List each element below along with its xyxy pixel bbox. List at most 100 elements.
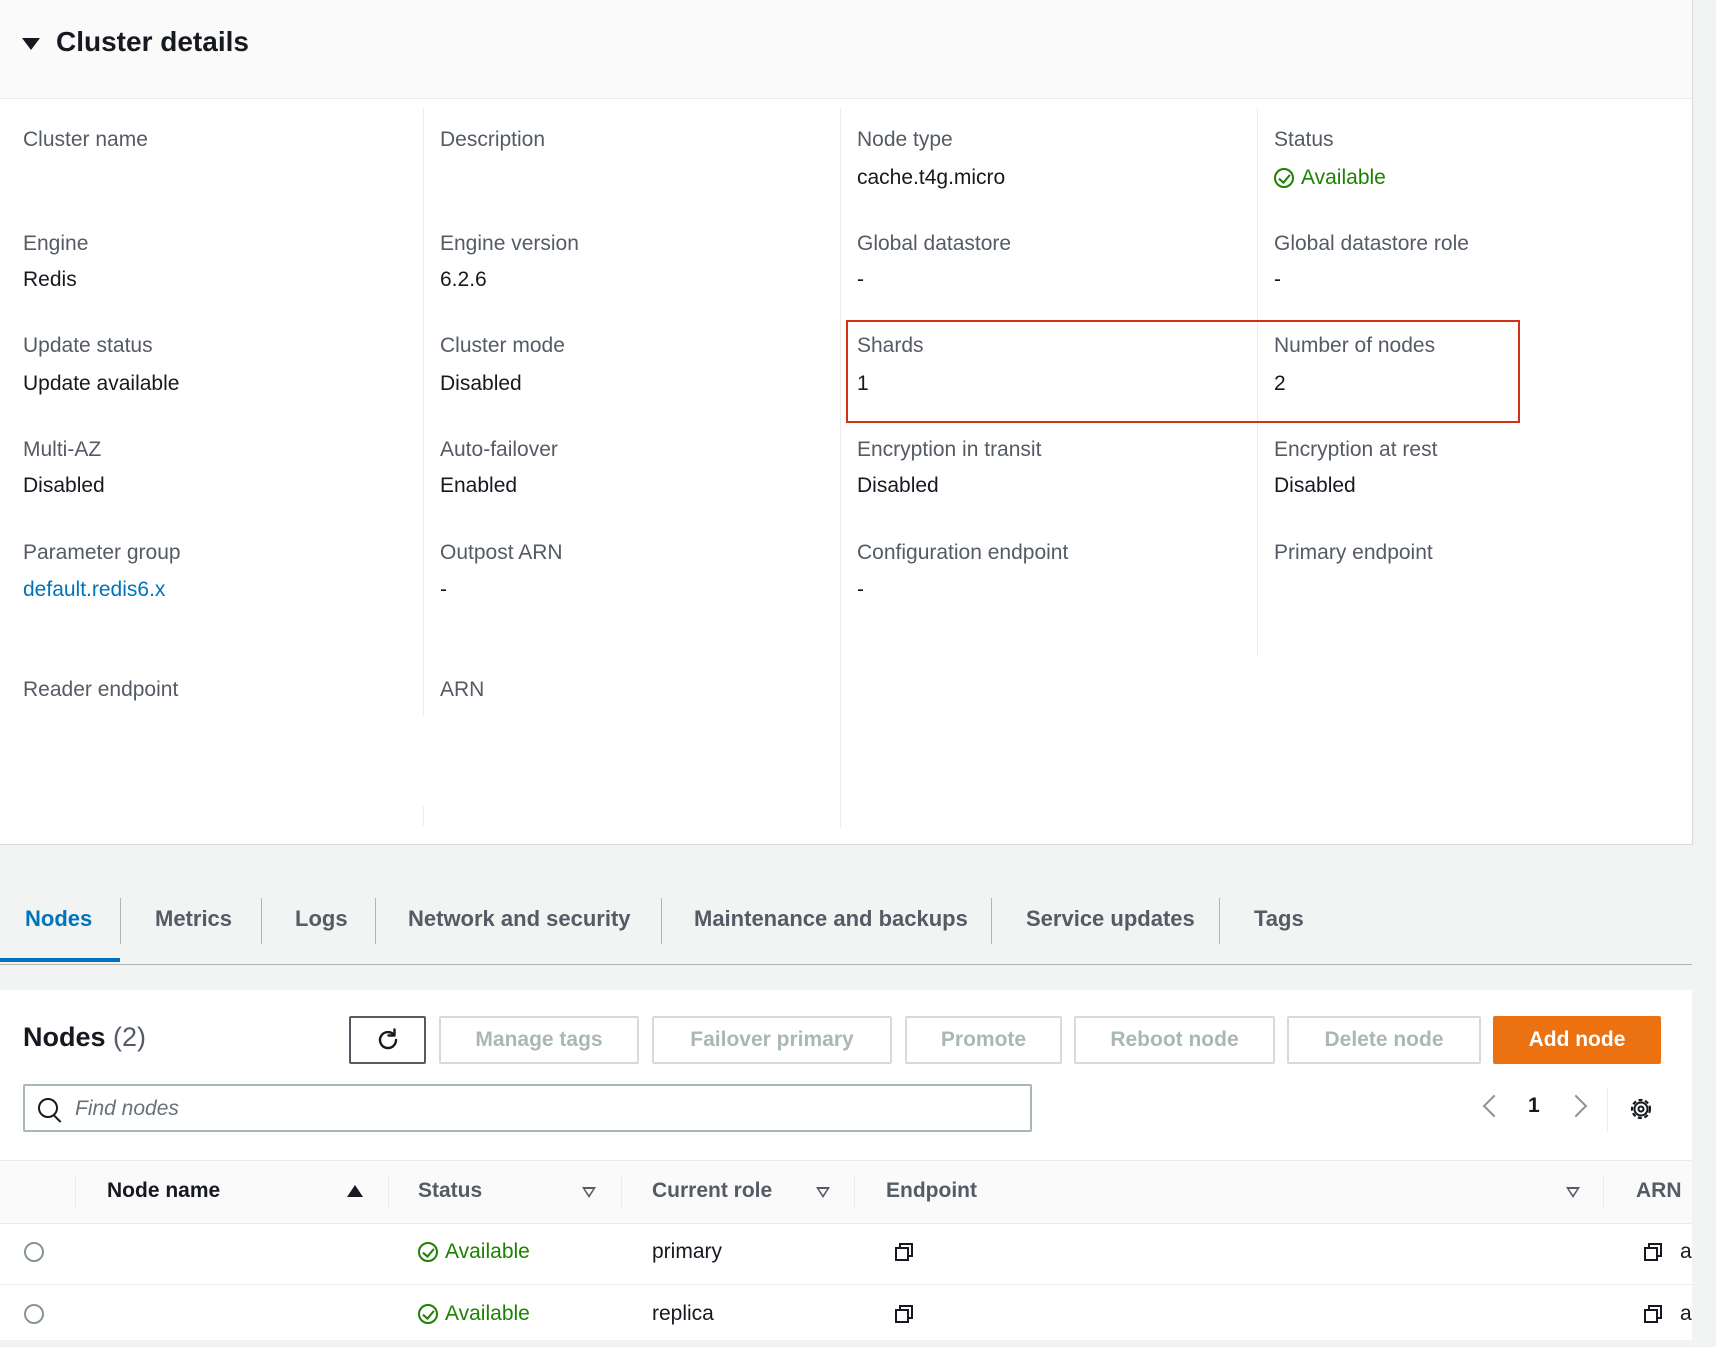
sort-asc-icon[interactable] [347,1185,363,1197]
outpost-arn-label: Outpost ARN [440,541,563,564]
outpost-arn-value: - [440,578,447,601]
delete-node-button[interactable]: Delete node [1287,1016,1481,1064]
auto-failover-value: Enabled [440,474,518,497]
tab-divider [1219,898,1220,944]
tab-maintenance-and-backups[interactable]: Maintenance and backups [694,906,968,932]
pager-divider [1607,1088,1608,1132]
global-datastore-role-value: - [1274,268,1281,291]
multi-az-value: Disabled [23,474,105,497]
tab-nodes[interactable]: Nodes [25,906,92,932]
tab-metrics[interactable]: Metrics [155,906,232,932]
row-radio[interactable] [24,1242,44,1262]
panel-title: Cluster details [56,26,249,57]
engine-version-value: 6.2.6 [440,268,487,291]
search-box[interactable] [23,1084,1032,1132]
tab-divider [120,898,121,944]
chevron-left-icon[interactable] [1482,1094,1506,1118]
node-status-cell: Available [418,1240,530,1264]
auto-failover-label: Auto-failover [440,438,558,461]
tab-divider [991,898,992,944]
tab-logs[interactable]: Logs [295,906,348,932]
parameter-group-label: Parameter group [23,541,181,564]
tab-divider [375,898,376,944]
encryption-at-rest-label: Encryption at rest [1274,438,1438,461]
copy-icon[interactable] [894,1304,914,1324]
tab-tags[interactable]: Tags [1254,906,1304,932]
copy-icon[interactable] [894,1242,914,1262]
search-icon [38,1098,58,1118]
reader-endpoint-label: Reader endpoint [23,678,179,701]
sort-desc-icon[interactable] [816,1187,830,1198]
table-row[interactable]: Available replica a [0,1284,1692,1347]
sort-desc-icon[interactable] [1566,1187,1580,1198]
node-role-cell: primary [652,1240,723,1263]
global-datastore-label: Global datastore [857,232,1012,255]
update-status-value: Update available [23,372,180,395]
node-status-cell: Available [418,1302,530,1326]
node-role-cell: replica [652,1302,714,1325]
column-current-role[interactable]: Current role [652,1179,772,1203]
configuration-endpoint-label: Configuration endpoint [857,541,1069,564]
column-arn[interactable]: ARN [1636,1179,1682,1203]
primary-endpoint-label: Primary endpoint [1274,541,1433,564]
arn-label: ARN [440,678,485,701]
active-tab-indicator [0,958,120,962]
column-divider [621,1175,622,1209]
cluster-name-label: Cluster name [23,128,148,151]
reboot-node-button[interactable]: Reboot node [1074,1016,1275,1064]
nodes-panel: Nodes (2) Manage tags Failover primary P… [0,990,1692,1347]
column-divider [423,108,424,716]
node-status-text: Available [445,1302,530,1325]
failover-primary-button[interactable]: Failover primary [652,1016,892,1064]
table-row[interactable]: Available primary a [0,1222,1692,1285]
refresh-button[interactable] [349,1016,426,1064]
global-datastore-value: - [857,268,864,291]
column-status[interactable]: Status [418,1179,482,1203]
nodes-count: (2) [113,1022,147,1052]
chevron-right-icon[interactable] [1564,1094,1588,1118]
search-input[interactable] [73,1092,1017,1126]
column-divider [423,806,424,826]
description-label: Description [440,128,546,151]
status-label: Status [1274,128,1334,151]
manage-tags-button[interactable]: Manage tags [439,1016,639,1064]
column-node-name[interactable]: Node name [107,1179,220,1203]
column-divider [388,1175,389,1209]
nodes-title: Nodes [23,1022,106,1052]
refresh-icon [378,1028,397,1050]
configuration-endpoint-value: - [857,578,864,601]
node-type-value: cache.t4g.micro [857,166,1006,189]
engine-version-label: Engine version [440,232,579,255]
encryption-in-transit-label: Encryption in transit [857,438,1042,461]
add-node-button[interactable]: Add node [1493,1016,1661,1064]
tab-service-updates[interactable]: Service updates [1026,906,1195,932]
promote-button[interactable]: Promote [905,1016,1062,1064]
check-circle-icon [418,1242,438,1262]
tab-network-and-security[interactable]: Network and security [408,906,631,932]
row-radio[interactable] [24,1304,44,1324]
copy-icon[interactable] [1643,1242,1663,1262]
status-value: Available [1274,166,1386,190]
caret-down-icon[interactable] [22,38,40,50]
column-divider [854,1175,855,1209]
page-number[interactable]: 1 [1528,1094,1540,1118]
node-arn-cell: a [1680,1240,1692,1263]
tab-divider [261,898,262,944]
column-divider [75,1175,76,1209]
tab-bar: Nodes Metrics Logs Network and security … [0,880,1692,965]
cluster-details-header[interactable]: Cluster details [0,0,1692,99]
column-endpoint[interactable]: Endpoint [886,1179,977,1203]
node-type-label: Node type [857,128,953,151]
table-header: Node name Status Current role Endpoint A… [0,1160,1692,1224]
update-status-label: Update status [23,334,153,357]
cluster-mode-label: Cluster mode [440,334,565,357]
copy-icon[interactable] [1643,1304,1663,1324]
node-status-text: Available [445,1240,530,1263]
gear-icon[interactable] [1628,1096,1654,1122]
status-text: Available [1301,166,1386,189]
engine-value: Redis [23,268,77,291]
parameter-group-link[interactable]: default.redis6.x [23,578,165,602]
sort-desc-icon[interactable] [582,1187,596,1198]
shards-nodes-highlight [846,320,1520,423]
column-divider [1603,1175,1604,1209]
